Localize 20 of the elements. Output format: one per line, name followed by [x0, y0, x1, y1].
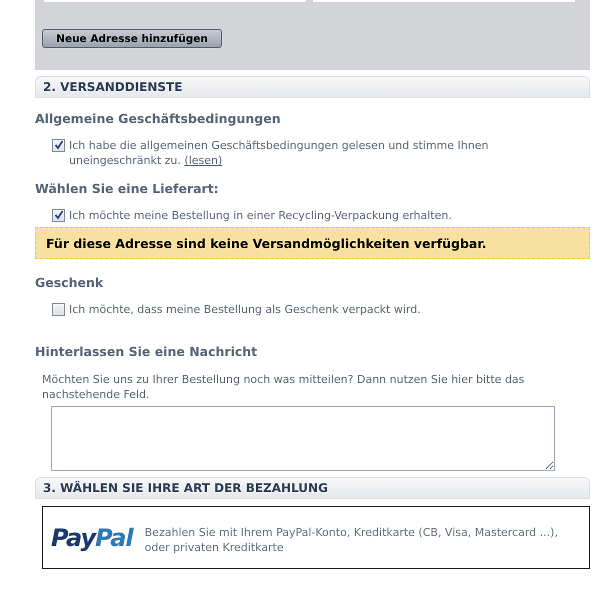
read-link[interactable]: (lesen): [184, 154, 222, 167]
checkbox-label: Ich möchte meine Bestellung in einer Recycling-Verpackung erhalten.: [69, 208, 452, 223]
add-address-button[interactable]: Neue Adresse hinzufügen: [42, 29, 222, 48]
section-heading: Wählen Sie eine Lieferart:: [35, 181, 220, 196]
checkbox[interactable]: [52, 209, 65, 222]
notice-text: Für diese Adresse sind keine Versandmöglichkeiten verfügbar.: [46, 236, 487, 250]
section-title: 2. VERSANDDIENSTE: [43, 80, 182, 94]
section-heading: Allgemeine Geschäftsbedingungen: [35, 111, 282, 126]
checkbox-label: Ich möchte, dass meine Bestellung als Geschenk verpackt wird.: [69, 302, 421, 317]
checkbox[interactable]: [52, 303, 65, 316]
section-heading: Geschenk: [35, 275, 104, 290]
paypal-logo: PayPal: [51, 524, 133, 552]
payment-option[interactable]: PayPal Bezahlen Sie mit Ihrem PayPal-Konto, Kreditkarte (CB, Visa, Mastercard ...), oder privaten Kreditkarte: [42, 506, 590, 569]
message-description: Möchten Sie uns zu Ihrer Bestellung noch was mitteilen? Dann nutzen Sie hier bitte das nachstehende Feld.: [42, 372, 526, 402]
checkbox[interactable]: [52, 139, 65, 152]
payment-description: Bezahlen Sie mit Ihrem PayPal-Konto, Kreditkarte (CB, Visa, Mastercard ...), oder privaten Kreditkarte: [144, 524, 559, 554]
section-heading: Hinterlassen Sie eine Nachricht: [35, 344, 258, 359]
section-title: 3. WÄHLEN SIE IHRE ART DER BEZAHLUNG: [43, 481, 328, 495]
checkbox-label: Ich habe die allgemeinen Geschäftsbedingungen gelesen und stimme Ihnen uneingeschränkt zu. (lesen): [69, 138, 490, 168]
message-field[interactable]: [51, 406, 555, 471]
